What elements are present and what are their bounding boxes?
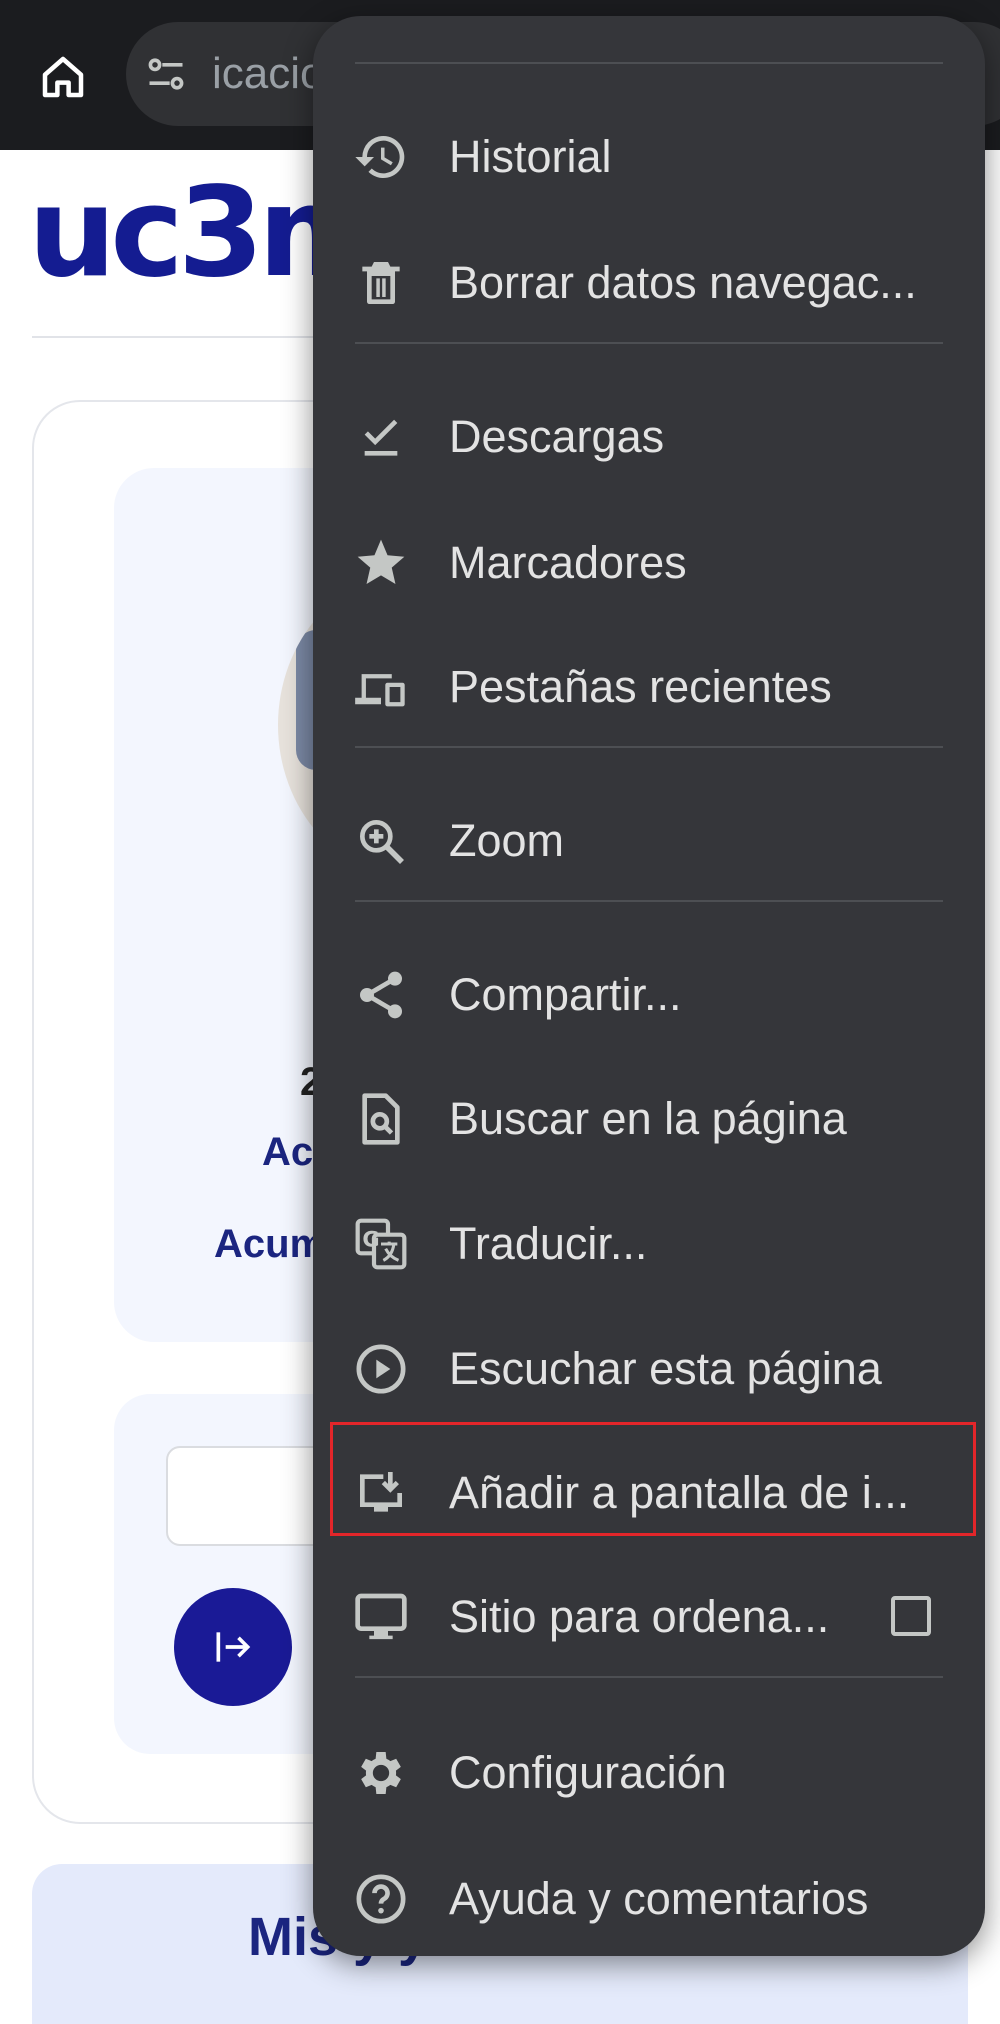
menu-item-label: Historial bbox=[449, 131, 612, 182]
menu-item-label: Configuración bbox=[449, 1747, 727, 1798]
devices-icon bbox=[353, 659, 409, 715]
menu-divider bbox=[355, 900, 943, 902]
menu-item-compartir[interactable]: Compartir... bbox=[313, 934, 985, 1056]
menu-item-escuchar-esta-pagina[interactable]: Escuchar esta página bbox=[313, 1308, 985, 1430]
url-text: icacio bbox=[212, 49, 325, 98]
menu-item-borrar-datos[interactable]: Borrar datos navegac... bbox=[313, 222, 985, 344]
menu-item-label: Buscar en la página bbox=[449, 1093, 847, 1144]
menu-item-label: Sitio para ordena... bbox=[449, 1591, 830, 1642]
menu-item-label: Borrar datos navegac... bbox=[449, 257, 917, 308]
desktop-site-checkbox[interactable] bbox=[891, 1596, 931, 1636]
download-done-icon bbox=[353, 409, 409, 465]
gear-icon bbox=[353, 1745, 409, 1801]
menu-item-label: Zoom bbox=[449, 815, 565, 866]
menu-item-buscar-en-la-pagina[interactable]: Buscar en la página bbox=[313, 1058, 985, 1180]
menu-item-label: Pestañas recientes bbox=[449, 661, 832, 712]
play-circle-icon bbox=[353, 1341, 409, 1397]
zoom-in-icon bbox=[353, 813, 409, 869]
stat-label-1: Ac bbox=[262, 1130, 314, 1174]
menu-item-configuracion[interactable]: Configuración bbox=[313, 1712, 985, 1834]
home-icon bbox=[42, 56, 84, 98]
login-icon bbox=[216, 1632, 251, 1662]
menu-item-label: Compartir... bbox=[449, 969, 682, 1020]
menu-item-label: Ayuda y comentarios bbox=[449, 1873, 869, 1924]
desktop-icon bbox=[353, 1589, 409, 1645]
menu-item-zoom[interactable]: Zoom bbox=[313, 780, 985, 902]
menu-item-marcadores[interactable]: Marcadores bbox=[313, 502, 985, 624]
share-icon bbox=[353, 967, 409, 1023]
stat-label-2: Acum bbox=[214, 1222, 326, 1266]
menu-divider bbox=[355, 62, 943, 64]
menu-divider bbox=[355, 342, 943, 344]
menu-item-sitio-para-ordenador[interactable]: Sitio para ordena... bbox=[313, 1556, 985, 1678]
menu-item-traducir[interactable]: G Traducir... bbox=[313, 1183, 985, 1305]
menu-item-label: Marcadores bbox=[449, 537, 687, 588]
menu-item-label: Descargas bbox=[449, 411, 665, 462]
help-icon bbox=[353, 1871, 409, 1927]
login-button[interactable] bbox=[174, 1588, 292, 1706]
site-settings-icon[interactable] bbox=[144, 52, 188, 96]
menu-item-descargas[interactable]: Descargas bbox=[313, 376, 985, 498]
menu-item-label: Escuchar esta página bbox=[449, 1343, 882, 1394]
menu-divider bbox=[355, 746, 943, 748]
menu-divider bbox=[355, 1676, 943, 1678]
trash-icon bbox=[353, 255, 409, 311]
highlight-box bbox=[330, 1422, 976, 1536]
browser-overflow-menu: Historial Borrar datos navegac... Descar… bbox=[313, 16, 985, 1956]
svg-text:G: G bbox=[362, 1227, 379, 1251]
translate-icon: G bbox=[353, 1216, 409, 1272]
menu-item-historial[interactable]: Historial bbox=[313, 96, 985, 218]
home-button[interactable] bbox=[28, 42, 98, 112]
menu-item-label: Traducir... bbox=[449, 1218, 648, 1269]
star-icon bbox=[353, 535, 409, 591]
menu-item-ayuda-y-comentarios[interactable]: Ayuda y comentarios bbox=[313, 1838, 985, 1960]
history-icon bbox=[353, 129, 409, 185]
menu-item-pestanas-recientes[interactable]: Pestañas recientes bbox=[313, 626, 985, 748]
find-in-page-icon bbox=[353, 1091, 409, 1147]
